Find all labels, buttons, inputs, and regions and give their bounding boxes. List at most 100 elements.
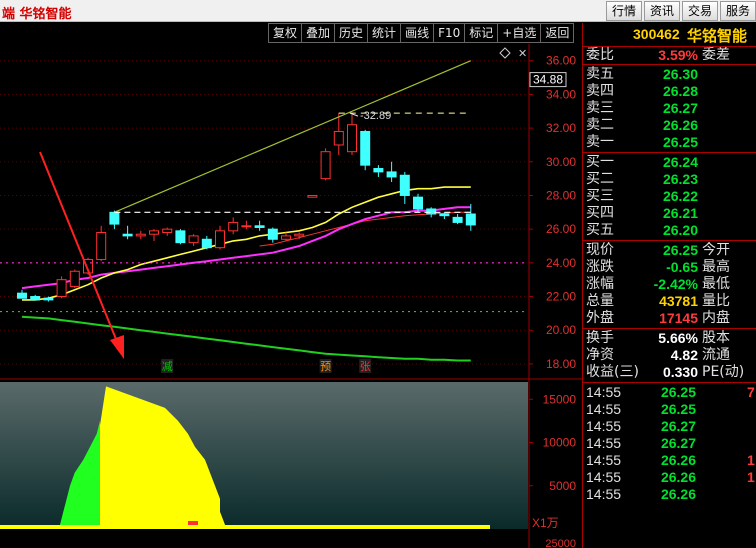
bid-row-1: 买一 26.24: [583, 154, 756, 171]
stat-row-0-label2: 今开: [702, 242, 730, 258]
weibi-section: 委比 3.59% 委差: [583, 47, 756, 65]
statistics-button[interactable]: 统计: [368, 23, 402, 43]
ask-row-2-label: 卖二: [586, 117, 614, 133]
bid-row-3-label: 买三: [586, 188, 614, 204]
candle-body: [307, 194, 318, 198]
volume-panel: 15000 10000 5000 X1万 25000: [0, 382, 576, 548]
ma-line-yellow: [22, 186, 471, 301]
adjust-button[interactable]: 复权: [268, 23, 303, 43]
tick-row: 14:55 26.26: [583, 486, 756, 503]
nav-service-button[interactable]: 服务: [719, 1, 756, 21]
back-button[interactable]: 返回: [541, 23, 575, 43]
fund-row-0: 换手 5.66% 股本: [583, 330, 756, 347]
tick-price: 26.25: [660, 384, 696, 400]
bid-book: 买一 26.24 买二 26.23 买三 26.22 买四 26.21 买五 26.20: [583, 153, 756, 241]
bid-row-1-label: 买一: [586, 154, 614, 170]
close-chart-icon[interactable]: ✕: [518, 47, 527, 60]
stat-row-0: 现价 26.25 今开: [583, 242, 756, 259]
nav-news-button[interactable]: 资讯: [643, 1, 680, 21]
draw-line-button[interactable]: 画线: [401, 23, 435, 43]
ask-row-3: 卖三 26.27: [583, 100, 756, 117]
candle-body: [122, 233, 133, 237]
candle-body: [56, 279, 67, 298]
red-arrow-shaft: [39, 151, 119, 345]
fund-row-1-value: 4.82: [670, 347, 698, 363]
tick-time: 14:55: [586, 452, 622, 468]
f10-button[interactable]: F10: [434, 23, 466, 43]
fund-row-1: 净资 4.82 流通: [583, 347, 756, 364]
stat-row-0-label: 现价: [586, 242, 614, 258]
y-tick-label: 30.00: [546, 155, 576, 169]
fund-row-2-label: 收益(三): [586, 364, 639, 380]
tick-row: 14:55 26.27: [583, 418, 756, 435]
ask-row-5-value: 26.30: [662, 66, 698, 82]
ask-row-2: 卖二 26.26: [583, 117, 756, 134]
current-price-tag: 34.88: [533, 73, 563, 87]
y-tick-label: 36.00: [546, 54, 576, 68]
ask-book: 卖五 26.30 卖四 26.28 卖三 26.27 卖二 26.26 卖一 26.25: [583, 65, 756, 153]
stock-header: 300462 华铭智能: [583, 23, 756, 47]
history-button[interactable]: 历史: [335, 23, 369, 43]
candle-body: [162, 228, 173, 234]
bid-row-5: 买五 26.20: [583, 222, 756, 239]
fund-row-0-label2: 股本: [702, 330, 730, 346]
title-bar: 端 华铭智能 行情 资讯 交易 服务: [0, 0, 756, 22]
diamond-icon[interactable]: [499, 47, 511, 59]
high-annotation: -32.89: [360, 110, 391, 122]
stat-row-4-value: 17145: [659, 310, 698, 326]
candle-body: [294, 233, 305, 237]
kline-chart[interactable]: -32.89 减 预 张 36.00 34.00 32.00 30.00 28.00 26.00…: [0, 44, 582, 548]
ask-row-4-value: 26.28: [662, 83, 698, 99]
candle-body: [267, 228, 278, 240]
candle-body: [17, 292, 27, 299]
volume-bottom-label: 25000: [545, 538, 576, 548]
candle-body: [360, 130, 371, 166]
fund-row-1-label2: 流通: [702, 347, 730, 363]
y-tick-label: 28.00: [546, 188, 576, 202]
y-tick-label: 22.00: [546, 290, 576, 304]
stat-row-1-label2: 最高: [702, 259, 730, 275]
nav-trade-button[interactable]: 交易: [681, 1, 718, 21]
volume-unit-label: X1万: [532, 516, 559, 530]
annotations: -32.89 减 预 张: [0, 60, 528, 373]
fund-row-2-value: 0.330: [662, 364, 698, 380]
stat-row-1: 涨跌 -0.65 最高: [583, 259, 756, 276]
candle-body: [109, 211, 120, 225]
candle-body: [452, 216, 463, 223]
ask-row-1-label: 卖一: [586, 134, 614, 150]
candle-body: [215, 230, 225, 249]
tick-time: 14:55: [586, 435, 622, 451]
tick-list[interactable]: 14:55 26.25 7 14:55 26.25 14:55 26.27 14:55 26.2…: [583, 383, 756, 504]
tick-row: 14:55 26.25 7: [583, 384, 756, 401]
price-axis: 36.00 34.00 32.00 30.00 28.00 26.00 24.00 22.00…: [529, 54, 576, 371]
bid-row-5-value: 26.20: [662, 222, 698, 238]
mark-button[interactable]: 标记: [465, 23, 499, 43]
volume-baseline: [0, 525, 490, 529]
candle-body: [43, 297, 54, 301]
stats-section: 现价 26.25 今开 涨跌 -0.65 最高 涨幅 -2.42% 最低 总量 43781 量比 外盘 1…: [583, 241, 756, 329]
candle-body: [254, 225, 265, 228]
ask-row-5-label: 卖五: [586, 66, 614, 82]
stat-row-3: 总量 43781 量比: [583, 293, 756, 310]
tick-price: 26.25: [660, 401, 696, 417]
bid-row-3: 买三 26.22: [583, 188, 756, 205]
add-watchlist-button[interactable]: +自选: [498, 23, 542, 43]
bid-row-4: 买四 26.21: [583, 205, 756, 222]
red-arrow-head: [110, 335, 124, 359]
ma-line-green: [21, 315, 471, 362]
candle-body: [30, 296, 41, 301]
tick-row: 14:55 26.27: [583, 435, 756, 452]
ask-row-2-value: 26.26: [662, 117, 698, 133]
stock-code: 300462: [633, 26, 680, 42]
nav-market-button[interactable]: 行情: [605, 1, 642, 21]
candle-body: [439, 213, 450, 217]
overlay-button[interactable]: 叠加: [302, 23, 336, 43]
tick-volume: 7: [747, 384, 755, 400]
candle-body: [149, 230, 159, 235]
candle-body: [413, 196, 423, 210]
event-marker-label: 预: [320, 360, 331, 373]
ask-row-4: 卖四 26.28: [583, 83, 756, 100]
y-tick-label: 34.00: [546, 87, 576, 101]
candle-body: [96, 232, 107, 260]
candle-body: [188, 235, 199, 244]
